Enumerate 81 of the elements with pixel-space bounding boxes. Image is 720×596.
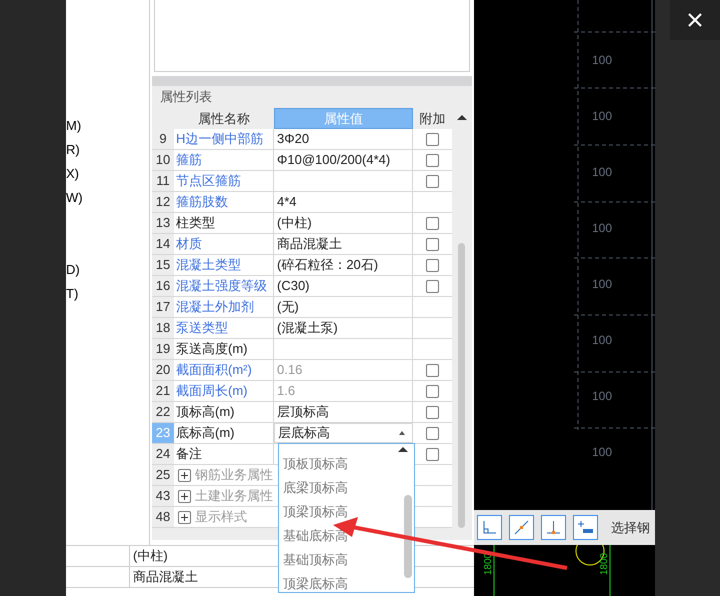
property-value: Φ10@100/200(4*4) — [274, 150, 413, 170]
dropdown-option[interactable]: 顶梁底标高 — [279, 572, 402, 596]
property-name: 混凝土类型 — [174, 255, 274, 275]
corner-icon[interactable] — [477, 515, 502, 540]
checkbox[interactable] — [426, 384, 439, 398]
expand-icon[interactable] — [178, 490, 191, 502]
dimension-label: 100 — [592, 220, 612, 237]
property-name: 底标高(m) — [174, 423, 274, 443]
group-label: 土建业务属性 — [195, 487, 273, 506]
group-label: 钢筋业务属性 — [195, 466, 273, 484]
partial-label: R) — [66, 141, 81, 159]
property-name: 柱类型 — [174, 213, 274, 233]
checkbox[interactable] — [426, 364, 439, 376]
expand-icon[interactable] — [178, 510, 191, 524]
checkbox[interactable] — [426, 426, 439, 440]
checkbox[interactable] — [426, 280, 439, 292]
property-value: (无) — [274, 297, 413, 317]
partial-label: D) — [66, 261, 81, 279]
property-name: 截面周长(m) — [174, 381, 274, 401]
property-value: 3Φ20 — [274, 129, 413, 149]
table-cell-text: (中柱) — [132, 547, 169, 566]
property-value: 1.6 — [274, 381, 413, 401]
property-name: H边一侧中部筋 — [174, 129, 274, 149]
property-name: 箍筋 — [174, 150, 274, 170]
row-number: 23 — [152, 423, 174, 443]
property-value: 层顶标高 — [274, 402, 413, 422]
checkbox[interactable] — [426, 216, 439, 230]
checkbox[interactable] — [426, 154, 439, 166]
property-name: 备注 — [174, 444, 274, 464]
checkbox[interactable] — [426, 238, 439, 250]
dimension-label: 100 — [592, 444, 612, 461]
dimension-label: 100 — [592, 332, 612, 349]
checkbox[interactable] — [426, 258, 439, 272]
column-header: 属性值 — [274, 108, 413, 129]
property-value: (碎石粒径：20石) — [274, 255, 413, 275]
table-cell-text: 商品混凝土 — [132, 568, 199, 586]
property-value[interactable]: 层底标高 — [274, 423, 413, 443]
property-name: 顶标高(m) — [174, 402, 274, 422]
property-value: 0.16 — [274, 360, 413, 380]
dropdown-option[interactable]: 底梁顶标高 — [279, 476, 402, 500]
scroll-up-icon[interactable] — [398, 447, 408, 452]
partial-label: X) — [66, 165, 80, 183]
checkbox[interactable] — [426, 174, 439, 188]
dimension-label: 100 — [592, 164, 612, 181]
dimension-label: 100 — [592, 276, 612, 293]
property-value: 商品混凝土 — [274, 234, 413, 254]
property-name: 泵送高度(m) — [174, 339, 274, 359]
panel-title: 属性列表 — [160, 88, 212, 106]
property-name: 节点区箍筋 — [174, 171, 274, 191]
add-bar-icon[interactable] — [573, 515, 598, 540]
toolbar-label: 选择钢 — [611, 518, 650, 537]
selected-value[interactable]: 层底标高 — [278, 423, 330, 443]
property-name: 截面面积(m²) — [174, 360, 274, 380]
property-name: 混凝土外加剂 — [174, 297, 274, 317]
dropdown-option[interactable]: 顶梁顶标高 — [279, 500, 402, 524]
group-label: 显示样式 — [195, 508, 247, 526]
property-name: 泵送类型 — [174, 318, 274, 338]
property-value: (中柱) — [274, 213, 413, 233]
dimension-label: 100 — [592, 52, 612, 69]
expand-icon[interactable] — [178, 468, 191, 482]
partial-label: T) — [66, 285, 80, 303]
property-name: 混凝土强度等级 — [174, 276, 274, 296]
caret-icon[interactable] — [399, 431, 405, 435]
dropdown-option[interactable]: 基础顶标高 — [279, 548, 402, 572]
scrollbar-thumb[interactable] — [404, 495, 412, 578]
property-value: (混凝土泵) — [274, 318, 413, 338]
partial-label: M) — [66, 117, 82, 135]
dimension-label: 100 — [592, 108, 612, 125]
close-icon[interactable] — [670, 0, 720, 40]
dimension-label: 100 — [592, 388, 612, 405]
checkbox[interactable] — [426, 132, 439, 146]
property-value: (C30) — [274, 276, 413, 296]
dimension-label: 1800 — [600, 552, 610, 576]
checkbox[interactable] — [426, 406, 439, 418]
property-name: 箍筋肢数 — [174, 192, 274, 212]
property-value: 4*4 — [274, 192, 413, 212]
dropdown-option[interactable]: 顶板顶标高 — [279, 452, 402, 476]
property-name: 材质 — [174, 234, 274, 254]
partial-label: W) — [66, 189, 84, 207]
checkbox[interactable] — [426, 448, 439, 460]
perpendicular-icon[interactable] — [541, 515, 566, 540]
